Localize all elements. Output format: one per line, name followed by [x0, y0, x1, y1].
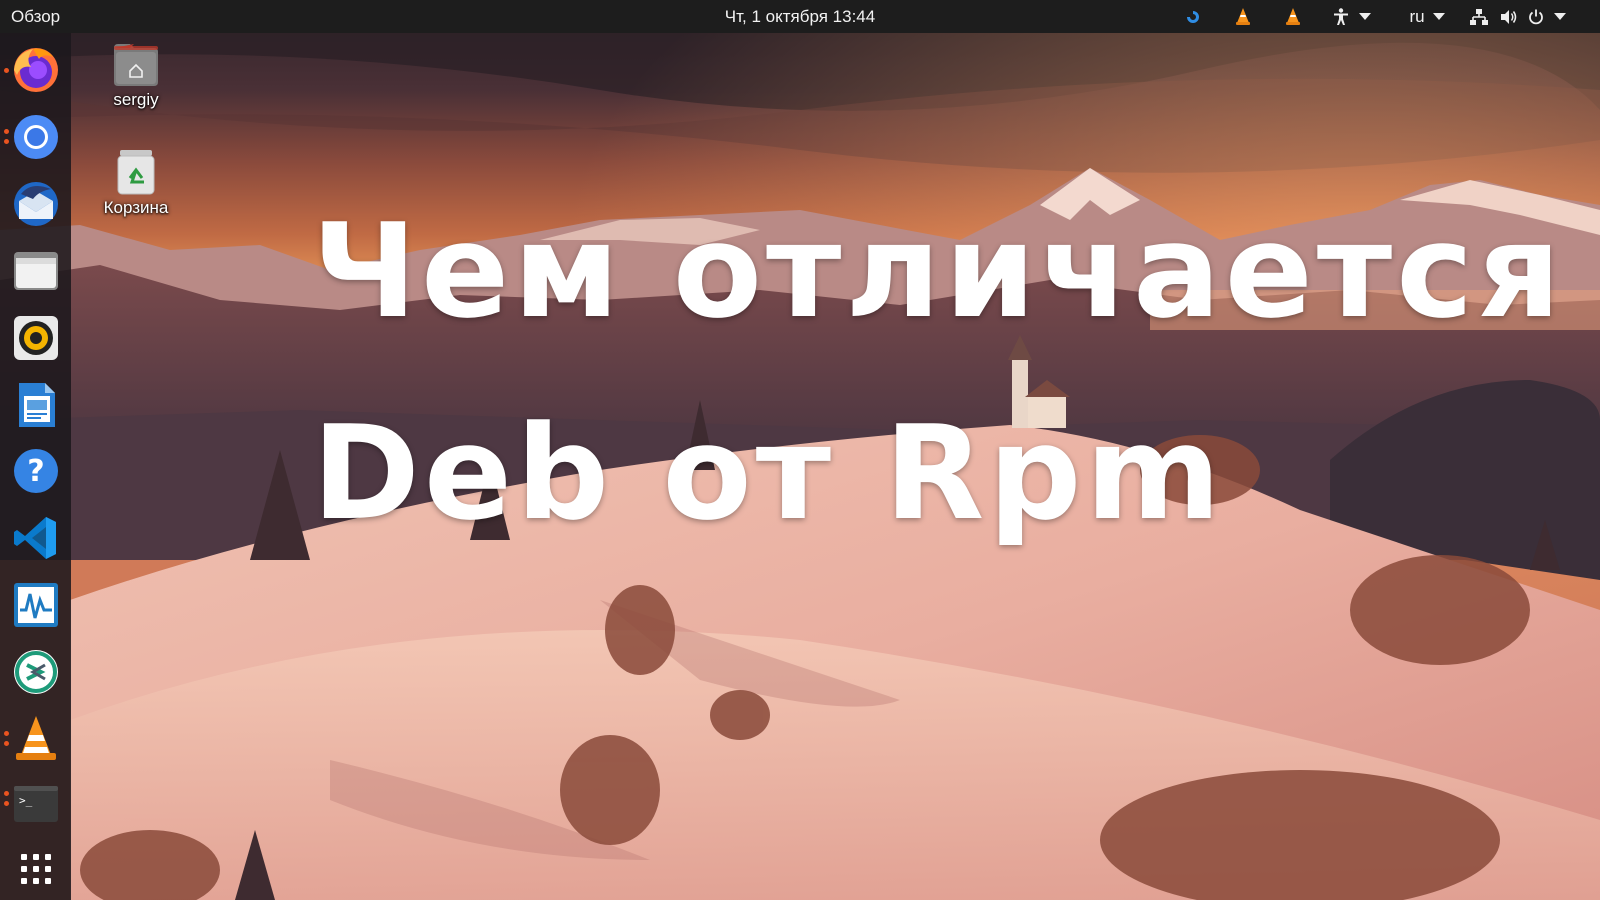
- desktop-icon-trash[interactable]: Корзина: [91, 148, 181, 218]
- dock-item-vscode[interactable]: [11, 513, 61, 563]
- svg-text:?: ?: [27, 454, 44, 489]
- vlc-cone-icon[interactable]: [1232, 0, 1254, 33]
- dock-item-help[interactable]: ?: [11, 446, 61, 496]
- vscode-icon: [14, 517, 56, 559]
- running-indicator: [4, 791, 9, 796]
- dock-item-terminal[interactable]: >_: [11, 780, 61, 830]
- dock: ? >_: [0, 33, 71, 900]
- chevron-down-icon: [1432, 13, 1445, 20]
- system-monitor-icon: [14, 583, 58, 627]
- firefox-icon: [14, 48, 58, 92]
- volume-icon: [1501, 9, 1517, 24]
- dock-item-remote-desktop[interactable]: [11, 647, 61, 697]
- home-folder-icon: [114, 44, 158, 86]
- rhythmbox-speaker-icon: [14, 316, 58, 360]
- show-applications-button[interactable]: [11, 844, 61, 894]
- dock-item-system-monitor[interactable]: [11, 580, 61, 630]
- accessibility-icon: [1334, 7, 1348, 25]
- trash-icon: [117, 150, 155, 195]
- vlc-cone-icon: [16, 716, 56, 760]
- dock-item-firefox[interactable]: [11, 45, 61, 95]
- blue-swirl-icon[interactable]: [1182, 0, 1204, 33]
- running-indicator: [4, 741, 9, 746]
- thunderbird-icon: [14, 182, 58, 226]
- desktop-icon-label: Корзина: [103, 198, 169, 217]
- language-indicator: ru: [1409, 6, 1425, 26]
- chevron-down-icon: [1359, 13, 1371, 20]
- clock-date-button[interactable]: Чт, 1 октября 13:44: [680, 0, 920, 33]
- chevron-down-icon: [1554, 13, 1566, 20]
- app-grid-icon: [21, 854, 51, 884]
- system-menu[interactable]: [1470, 0, 1590, 33]
- svg-text:>_: >_: [19, 794, 33, 807]
- dock-item-vlc[interactable]: [11, 713, 61, 763]
- running-indicator: [4, 129, 9, 134]
- files-folder-icon: [14, 252, 58, 290]
- desktop-icon-label: sergiy: [113, 90, 159, 109]
- terminal-icon: >_: [14, 786, 58, 822]
- dock-item-thunderbird[interactable]: [11, 179, 61, 229]
- running-indicator: [4, 68, 9, 73]
- running-indicator: [4, 731, 9, 736]
- remote-desktop-icon: [14, 650, 58, 694]
- chromium-icon: [14, 115, 58, 159]
- accessibility-menu[interactable]: [1328, 0, 1376, 33]
- help-question-icon: ?: [14, 449, 58, 493]
- headline-line-1: Чем отличается: [312, 195, 1565, 347]
- power-icon: [1529, 9, 1543, 24]
- activities-button[interactable]: Обзор: [11, 0, 60, 33]
- dock-item-libreoffice-writer[interactable]: [11, 380, 61, 430]
- vlc-cone-icon[interactable]: [1282, 0, 1304, 33]
- running-indicator: [4, 139, 9, 144]
- top-bar: Обзор Чт, 1 октября 13:44 ru: [0, 0, 1600, 33]
- writer-document-icon: [19, 383, 55, 427]
- running-indicator: [4, 801, 9, 806]
- language-menu[interactable]: ru: [1403, 0, 1451, 33]
- desktop-icon-home[interactable]: sergiy: [91, 42, 181, 110]
- dock-item-rhythmbox[interactable]: [11, 313, 61, 363]
- dock-item-chromium[interactable]: [11, 112, 61, 162]
- dock-item-files[interactable]: [11, 246, 61, 296]
- headline-line-2: Deb от Rpm: [312, 397, 1225, 549]
- network-icon: [1470, 8, 1488, 25]
